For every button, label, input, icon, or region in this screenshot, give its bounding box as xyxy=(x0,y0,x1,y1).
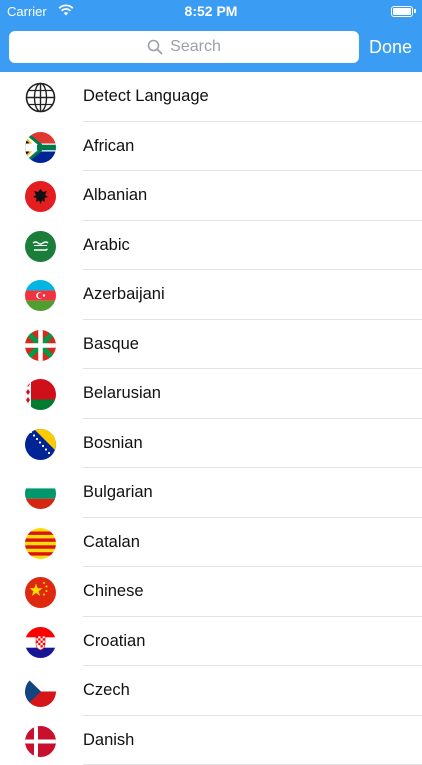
language-row-african[interactable]: African xyxy=(0,122,422,172)
language-label: Basque xyxy=(83,335,139,354)
language-list: Detect Language African Albanian xyxy=(0,72,422,765)
language-label: Czech xyxy=(83,681,130,700)
status-time: 8:52 PM xyxy=(0,3,422,19)
language-row-danish[interactable]: Danish xyxy=(0,716,422,765)
status-bar: Carrier 8:52 PM xyxy=(0,0,422,24)
flag-albania-icon xyxy=(25,181,56,212)
language-label: Chinese xyxy=(83,582,144,601)
done-button[interactable]: Done xyxy=(369,37,412,58)
language-row-azerbaijani[interactable]: Azerbaijani xyxy=(0,270,422,320)
language-label: Croatian xyxy=(83,632,145,651)
language-label: Bosnian xyxy=(83,434,143,453)
language-label: Bulgarian xyxy=(83,483,153,502)
language-label: Detect Language xyxy=(83,87,209,106)
language-row-chinese[interactable]: Chinese xyxy=(0,567,422,617)
search-icon xyxy=(147,39,163,55)
language-row-croatian[interactable]: Croatian xyxy=(0,617,422,667)
search-placeholder: Search xyxy=(170,38,221,56)
language-label: African xyxy=(83,137,134,156)
flag-basque-icon xyxy=(25,330,56,361)
language-row-czech[interactable]: Czech xyxy=(0,666,422,716)
globe-icon xyxy=(25,82,56,113)
language-label: Arabic xyxy=(83,236,130,255)
language-label: Catalan xyxy=(83,533,140,552)
language-row-arabic[interactable]: Arabic xyxy=(0,221,422,271)
flag-saudi-arabia-icon xyxy=(25,231,56,262)
flag-catalonia-icon xyxy=(25,528,56,559)
flag-south-africa-icon xyxy=(25,132,56,163)
language-label: Azerbaijani xyxy=(83,285,165,304)
flag-bulgaria-icon xyxy=(25,478,56,509)
language-row-bosnian[interactable]: Bosnian xyxy=(0,419,422,469)
language-row-basque[interactable]: Basque xyxy=(0,320,422,370)
language-row-belarusian[interactable]: Belarusian xyxy=(0,369,422,419)
language-label: Belarusian xyxy=(83,384,161,403)
flag-croatia-icon xyxy=(25,627,56,658)
flag-czech-icon xyxy=(25,676,56,707)
search-input[interactable]: Search xyxy=(9,31,359,63)
language-row-albanian[interactable]: Albanian xyxy=(0,171,422,221)
flag-belarus-icon xyxy=(25,379,56,410)
flag-china-icon xyxy=(25,577,56,608)
language-label: Danish xyxy=(83,731,134,750)
language-row-catalan[interactable]: Catalan xyxy=(0,518,422,568)
flag-bosnia-icon xyxy=(25,429,56,460)
battery-icon xyxy=(391,6,413,17)
navigation-bar: Carrier 8:52 PM Search Done xyxy=(0,0,422,72)
flag-denmark-icon xyxy=(25,726,56,757)
flag-azerbaijan-icon xyxy=(25,280,56,311)
language-row-bulgarian[interactable]: Bulgarian xyxy=(0,468,422,518)
language-label: Albanian xyxy=(83,186,147,205)
language-row-detect[interactable]: Detect Language xyxy=(0,72,422,122)
